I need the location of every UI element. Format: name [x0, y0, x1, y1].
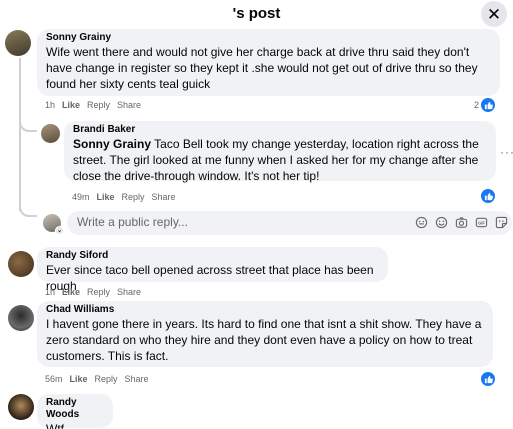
post-title: 's post [232, 5, 281, 22]
avatar[interactable] [5, 30, 31, 56]
avatar[interactable] [8, 251, 34, 277]
like-button[interactable]: Like [70, 374, 88, 384]
comment-actions: 56m Like Reply Share [45, 374, 156, 385]
close-button[interactable]: ✕ [481, 1, 507, 27]
comment-actions: 49m Like Reply Share [72, 192, 183, 203]
comment-author[interactable]: Chad Williams [46, 304, 484, 316]
gif-icon[interactable]: GIF [474, 215, 488, 229]
close-icon: ✕ [486, 4, 502, 24]
comment-author[interactable]: Sonny Grainy [46, 32, 491, 44]
thread-connector [19, 114, 37, 132]
reply-button[interactable]: Reply [87, 287, 110, 297]
like-reaction-icon[interactable] [481, 98, 495, 112]
comment-text: Wtf... [46, 422, 74, 429]
reply-button[interactable]: Reply [122, 192, 145, 202]
comment-author[interactable]: Randy Woods [46, 397, 104, 421]
comment-actions: 1h Like Reply Share [45, 287, 148, 298]
comment-bubble: Randy Woods Wtf... [37, 394, 113, 429]
more-options-icon[interactable]: ··· [500, 145, 513, 159]
comment-bubble: Chad Williams I havent gone there in yea… [37, 301, 493, 367]
reply-toolbar: GIF [414, 215, 508, 229]
chevron-down-icon[interactable]: ⌄ [55, 226, 64, 235]
comment-bubble: Brandi Baker Sonny Grainy Taco Bell took… [64, 121, 496, 184]
like-reaction-icon[interactable] [481, 372, 495, 386]
reply-input[interactable] [77, 215, 377, 229]
comment-time[interactable]: 1h [45, 287, 55, 297]
thread-line [19, 58, 21, 211]
avatar-sticker-icon[interactable] [414, 215, 428, 229]
share-button[interactable]: Share [117, 100, 141, 110]
comment-time[interactable]: 56m [45, 374, 63, 384]
comment-bubble: Randy Siford Ever since taco bell opened… [37, 247, 388, 293]
svg-text:GIF: GIF [478, 220, 485, 225]
comment-actions: 1h Like Reply Share [45, 100, 148, 111]
comment-text: Sonny Grainy Taco Bell took my change ye… [73, 136, 487, 184]
reply-button[interactable]: Reply [95, 374, 118, 384]
reaction-count[interactable]: 2 [474, 100, 479, 111]
like-reaction-icon[interactable] [481, 189, 495, 203]
comment-bubble: Sonny Grainy Wife went there and would n… [37, 29, 500, 96]
like-button[interactable]: Like [97, 192, 115, 202]
comment-author[interactable]: Randy Siford [46, 250, 379, 262]
thread-connector [19, 202, 37, 217]
avatar[interactable] [41, 124, 60, 143]
reply-box: GIF [67, 211, 512, 235]
share-button[interactable]: Share [152, 192, 176, 202]
emoji-icon[interactable] [434, 215, 448, 229]
sticker-icon[interactable] [494, 215, 508, 229]
comment-text: Wife went there and would not give her c… [46, 45, 478, 91]
share-button[interactable]: Share [117, 287, 141, 297]
camera-icon[interactable] [454, 215, 468, 229]
reply-button[interactable]: Reply [87, 100, 110, 110]
avatar[interactable] [8, 394, 34, 420]
comment-time[interactable]: 1h [45, 100, 55, 110]
like-button[interactable]: Like [62, 100, 80, 110]
mention-link[interactable]: Sonny Grainy [73, 137, 151, 151]
comment-time[interactable]: 49m [72, 192, 90, 202]
avatar[interactable] [8, 305, 34, 331]
like-button[interactable]: Like [62, 287, 80, 297]
comment-text: I havent gone there in years. Its hard t… [46, 317, 482, 363]
post-header: 's post ✕ [0, 0, 513, 28]
share-button[interactable]: Share [125, 374, 149, 384]
comment-author[interactable]: Brandi Baker [73, 124, 487, 136]
